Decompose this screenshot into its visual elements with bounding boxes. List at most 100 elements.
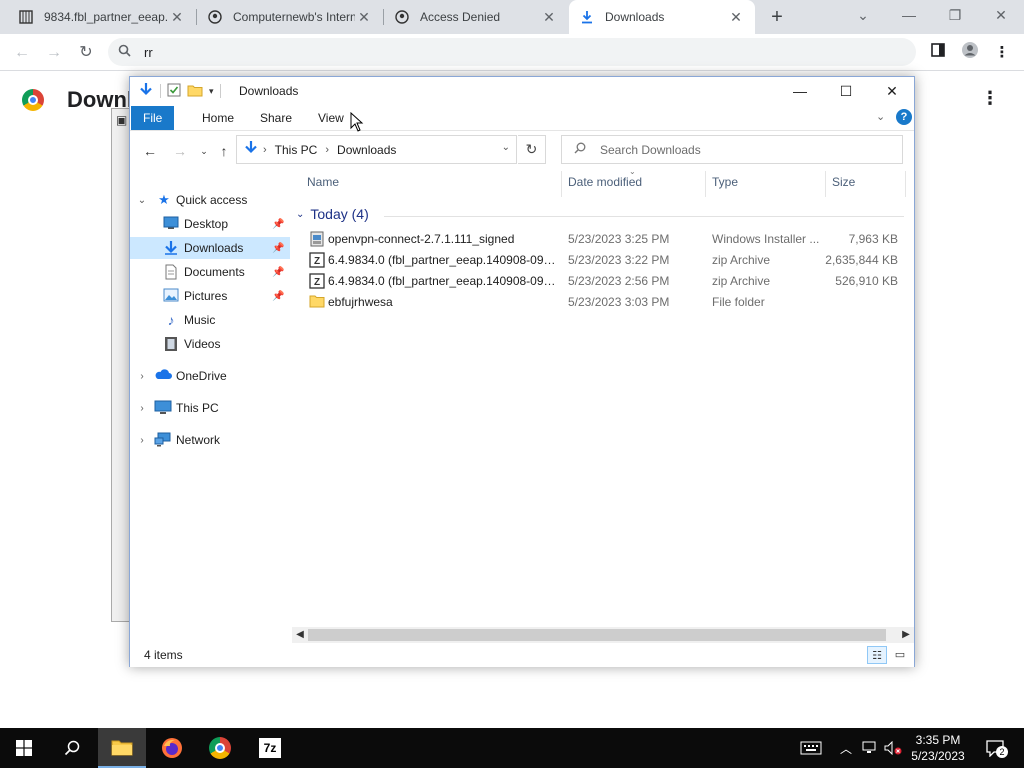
close-icon[interactable]: ✕ <box>355 9 373 26</box>
reload-button[interactable]: ↻ <box>74 41 98 65</box>
new-folder-icon[interactable] <box>187 83 203 100</box>
maximize-button[interactable]: ☐ <box>823 77 869 105</box>
customize-qat-icon[interactable]: ▾ <box>209 86 214 97</box>
side-panel-icon[interactable] <box>926 41 950 65</box>
address-bar[interactable]: › This PC › Downloads ⌄ <box>236 135 517 164</box>
show-hidden-icons-icon[interactable]: ︿ <box>838 728 854 768</box>
close-icon[interactable]: ✕ <box>540 9 558 26</box>
column-divider[interactable] <box>825 171 826 197</box>
notification-center-icon[interactable]: 2 <box>980 728 1010 768</box>
nav-label: Desktop <box>184 217 229 231</box>
close-icon[interactable]: ✕ <box>727 9 745 26</box>
breadcrumb-downloads[interactable]: Downloads <box>337 143 396 157</box>
tab-view[interactable]: View <box>306 106 356 130</box>
7zip-icon[interactable]: 7z <box>246 728 294 768</box>
chevron-down-icon[interactable]: ⌄ <box>296 209 304 220</box>
tab-downloads[interactable]: Downloads ✕ <box>569 0 755 34</box>
tab-9834[interactable]: 9834.fbl_partner_eeap... ✕ <box>8 0 196 34</box>
forward-button[interactable]: → <box>170 141 190 161</box>
file-row[interactable]: openvpn-connect-2.7.1.111_signed 5/23/20… <box>306 229 906 250</box>
chrome-icon[interactable] <box>196 728 244 768</box>
search-box[interactable] <box>561 135 903 164</box>
pin-icon[interactable]: 📌 <box>272 219 284 230</box>
minimize-button[interactable]: — <box>777 77 823 105</box>
nav-desktop[interactable]: Desktop 📌 <box>130 213 290 235</box>
background-window[interactable]: ▣ <box>111 108 131 622</box>
system-clock[interactable]: 3:35 PM 5/23/2023 <box>900 732 976 764</box>
nav-videos[interactable]: Videos <box>130 333 290 355</box>
column-date-modified[interactable]: Date modified <box>568 175 642 189</box>
column-divider[interactable] <box>561 171 562 197</box>
file-row[interactable]: Z 6.4.9834.0 (fbl_partner_eeap.140908-09… <box>306 250 906 271</box>
pin-icon[interactable]: 📌 <box>272 243 284 254</box>
restore-button[interactable]: ❐ <box>932 0 978 30</box>
keyboard-icon[interactable] <box>796 728 826 768</box>
new-tab-button[interactable]: + <box>766 4 788 30</box>
up-button[interactable]: ↑ <box>214 141 234 161</box>
refresh-button[interactable]: ↻ <box>518 135 546 164</box>
nav-pictures[interactable]: Pictures 📌 <box>130 285 290 307</box>
close-window-button[interactable]: ✕ <box>978 0 1024 30</box>
large-icons-view-icon[interactable]: ▭ <box>890 646 910 664</box>
file-row[interactable]: Z 6.4.9834.0 (fbl_partner_eeap.140908-09… <box>306 271 906 292</box>
tab-share[interactable]: Share <box>248 106 304 130</box>
tab-home[interactable]: Home <box>190 106 246 130</box>
pin-icon[interactable]: 📌 <box>272 267 284 278</box>
nav-this-pc[interactable]: › This PC <box>130 397 290 419</box>
recent-locations-icon[interactable]: ⌄ <box>194 141 214 161</box>
chrome-menu-icon[interactable]: ⋮ <box>990 41 1014 65</box>
nav-music[interactable]: ♪ Music <box>130 309 290 331</box>
tab-file[interactable]: File <box>131 106 175 130</box>
close-button[interactable]: ✕ <box>869 77 915 105</box>
help-icon[interactable]: ? <box>896 109 912 125</box>
column-type[interactable]: Type <box>712 175 738 189</box>
group-header-today[interactable]: ⌄ Today (4) <box>296 206 369 222</box>
minimize-button[interactable]: — <box>886 0 932 30</box>
star-icon: ★ <box>158 192 170 207</box>
pictures-icon <box>162 288 180 304</box>
nav-documents[interactable]: Documents 📌 <box>130 261 290 283</box>
breadcrumb-this-pc[interactable]: This PC <box>275 143 318 157</box>
column-name[interactable]: Name <box>307 175 339 189</box>
search-input[interactable] <box>600 142 880 157</box>
details-view-icon[interactable]: ☷ <box>867 646 887 664</box>
nav-quick-access[interactable]: ⌄ ★ Quick access <box>130 189 290 211</box>
column-divider[interactable] <box>705 171 706 197</box>
search-icon[interactable] <box>48 728 96 768</box>
profile-avatar-icon[interactable] <box>958 41 982 65</box>
firefox-icon[interactable] <box>148 728 196 768</box>
chevron-right-icon[interactable]: › <box>263 144 267 156</box>
chevron-down-icon[interactable]: ⌄ <box>136 195 148 206</box>
chevron-down-icon[interactable]: ⌄ <box>502 142 510 153</box>
column-divider[interactable] <box>905 171 906 197</box>
tab-access-denied[interactable]: Access Denied ✕ <box>384 0 568 34</box>
file-explorer-icon[interactable] <box>98 728 146 768</box>
network-status-icon[interactable] <box>860 728 880 768</box>
chevron-right-icon[interactable]: › <box>136 435 148 446</box>
tab-computernewb[interactable]: Computernewb's Intern... ✕ <box>197 0 383 34</box>
horizontal-scrollbar[interactable]: ◀ ▶ <box>292 627 914 643</box>
tab-search-icon[interactable]: ⌄ <box>840 0 886 30</box>
scroll-left-icon[interactable]: ◀ <box>292 627 308 643</box>
more-actions-icon[interactable]: ⋮ <box>980 88 1000 109</box>
close-icon[interactable]: ✕ <box>168 9 186 26</box>
chevron-right-icon[interactable]: › <box>325 144 329 156</box>
back-button[interactable]: ← <box>140 141 160 161</box>
properties-icon[interactable] <box>167 83 181 100</box>
nav-onedrive[interactable]: › OneDrive <box>130 365 290 387</box>
expand-ribbon-icon[interactable]: ⌄ <box>876 110 885 123</box>
back-button[interactable]: ← <box>10 41 34 65</box>
user-icon <box>207 9 223 25</box>
forward-button[interactable]: → <box>42 41 66 65</box>
column-size[interactable]: Size <box>832 175 855 189</box>
nav-downloads[interactable]: Downloads 📌 <box>130 237 290 259</box>
file-row[interactable]: ebfujrhwesa 5/23/2023 3:03 PM File folde… <box>306 292 906 313</box>
pin-icon[interactable]: 📌 <box>272 291 284 302</box>
omnibox[interactable]: rr <box>108 38 916 66</box>
scroll-right-icon[interactable]: ▶ <box>898 627 914 643</box>
scrollbar-thumb[interactable] <box>308 629 886 641</box>
nav-network[interactable]: › Network <box>130 429 290 451</box>
chevron-right-icon[interactable]: › <box>136 371 148 382</box>
start-icon[interactable] <box>0 728 48 768</box>
chevron-right-icon[interactable]: › <box>136 403 148 414</box>
